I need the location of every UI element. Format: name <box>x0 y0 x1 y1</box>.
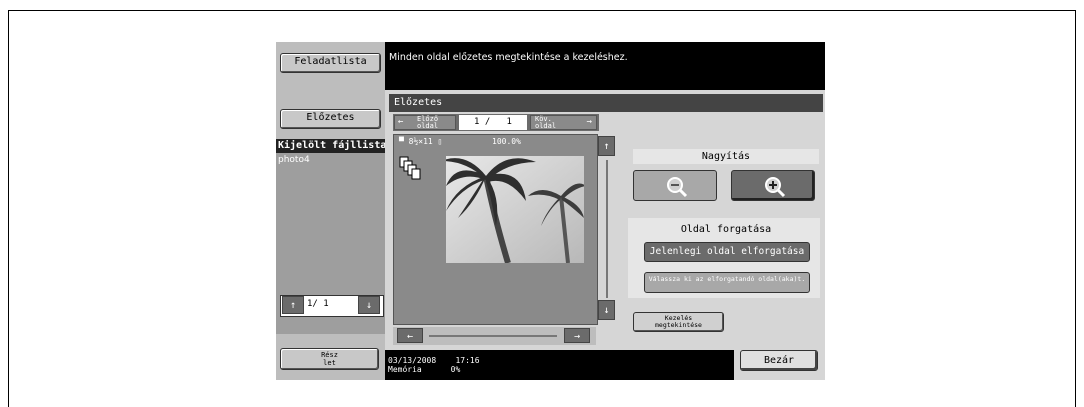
arrow-left-icon: ← <box>398 117 404 127</box>
zoom-out-button[interactable] <box>633 170 717 201</box>
left-sidebar: Feladatlista Előzetes Kijelölt fájllista… <box>276 42 385 380</box>
preview-viewer: ▀ 8½×11 ▯ 100.0% <box>393 134 598 325</box>
prev-page-label: Előző oldal <box>417 115 439 130</box>
date-display: 03/13/2008 <box>388 356 437 365</box>
details-button[interactable]: Rész let <box>280 348 379 370</box>
preview-title-bar: Előzetes <box>389 94 823 112</box>
preview-title: Előzetes <box>394 97 443 108</box>
rotate-current-page-button[interactable]: Jelenlegi oldal elforgatása <box>644 242 810 262</box>
arrow-right-icon: → <box>586 117 592 127</box>
page-icon: ▯ <box>437 137 443 146</box>
zoom-out-icon <box>667 177 688 198</box>
vertical-scroll-track[interactable] <box>606 160 608 298</box>
memory-label: Memória <box>388 365 422 374</box>
page-navigation: ← Előző oldal 1 / 1 Köv. oldal → <box>393 114 599 131</box>
scroll-right-button[interactable]: → <box>564 328 590 343</box>
paper-size: 8½×11 <box>408 137 433 146</box>
horizontal-scroll-track[interactable] <box>429 335 557 337</box>
page-stack-icon <box>399 156 421 180</box>
select-pages-to-rotate-button[interactable]: Válassza ki az elforgatandó oldal(aka)t. <box>644 272 810 293</box>
job-list-button[interactable]: Feladatlista <box>280 53 381 73</box>
time-display: 17:16 <box>455 356 480 365</box>
close-button[interactable]: Bezár <box>740 350 818 371</box>
pager-down-button[interactable]: ↓ <box>358 296 380 314</box>
scroll-up-button[interactable]: ↑ <box>598 136 615 156</box>
zoom-section-title: Nagyítás <box>633 149 819 164</box>
file-list-item[interactable]: photo4 <box>276 153 385 168</box>
page-indicator: 1 / 1 <box>459 115 527 130</box>
paper-info: ▀ 8½×11 ▯ <box>399 137 442 146</box>
pager-value: 1/ 1 <box>307 299 329 309</box>
memory-value: 0% <box>450 365 461 374</box>
zoom-value: 100.0% <box>492 137 521 146</box>
paper-icon: ▀ <box>399 137 404 146</box>
next-page-button[interactable]: Köv. oldal → <box>530 115 597 130</box>
instruction-message: Minden oldal előzetes megtekintése a kez… <box>385 42 825 90</box>
pager-up-button[interactable]: ↑ <box>282 296 304 314</box>
device-panel: Feladatlista Előzetes Kijelölt fájllista… <box>276 42 825 380</box>
scroll-down-button[interactable]: ↓ <box>598 300 615 320</box>
zoom-in-icon <box>765 177 786 198</box>
rotate-section-title: Oldal forgatása <box>633 222 819 237</box>
horizontal-scrollbar[interactable]: ← → <box>393 327 596 345</box>
preview-tab-button[interactable]: Előzetes <box>280 109 381 129</box>
next-page-label: Köv. oldal <box>535 115 557 130</box>
scroll-left-button[interactable]: ← <box>397 328 423 343</box>
vertical-scrollbar[interactable]: ↑ ↓ <box>598 134 616 324</box>
zoom-in-button[interactable] <box>731 170 815 201</box>
prev-page-button[interactable]: ← Előző oldal <box>394 115 456 130</box>
file-list-header: Kijelölt fájllista <box>276 139 385 153</box>
file-pager: ↑ 1/ 1 ↓ <box>280 295 384 317</box>
handle-view-button[interactable]: Kezelés megtekintése <box>633 312 724 332</box>
page-thumbnail <box>446 156 584 263</box>
